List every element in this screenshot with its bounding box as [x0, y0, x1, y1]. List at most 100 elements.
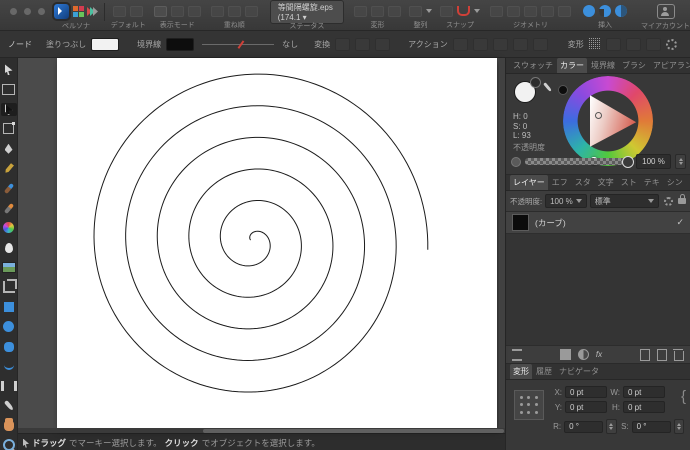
delete-layer-icon[interactable]	[672, 348, 684, 361]
boolean-combine-icon[interactable]	[558, 5, 571, 17]
tab-color[interactable]: カラー	[557, 58, 587, 73]
align-icon[interactable]	[409, 5, 422, 17]
boolean-subtract-icon[interactable]	[507, 5, 520, 17]
shear-field[interactable]: 0 °	[631, 420, 671, 433]
tab-stroke[interactable]: 境界線	[588, 58, 618, 73]
pen-tool[interactable]	[1, 142, 17, 155]
insert-ontop-icon[interactable]	[615, 5, 627, 17]
anchor-point-selector[interactable]	[514, 390, 544, 420]
add-group-icon[interactable]	[656, 348, 667, 361]
pixel-view-icon[interactable]	[170, 5, 184, 17]
minimize-button[interactable]	[24, 7, 31, 15]
convert-sharp-icon[interactable]	[335, 37, 351, 51]
adjustment-layer-icon[interactable]	[577, 349, 589, 360]
vector-brush-tool[interactable]	[1, 201, 17, 214]
pencil-tool[interactable]	[1, 162, 17, 175]
fill-tool[interactable]	[1, 221, 17, 234]
corner-tool[interactable]	[1, 360, 17, 373]
tab-paragraph[interactable]: スト	[618, 175, 640, 190]
mask-layer-icon[interactable]	[559, 349, 571, 360]
tab-transform[interactable]: 変形	[510, 364, 532, 379]
revert-defaults-icon[interactable]	[130, 5, 144, 17]
stroke-width-slider[interactable]	[202, 39, 275, 49]
zoom-window-button[interactable]	[38, 7, 45, 15]
flip-vertical-icon[interactable]	[371, 5, 384, 17]
opacity-stepper[interactable]	[675, 154, 686, 169]
transform-scale-icon[interactable]	[605, 37, 621, 51]
text-tool[interactable]	[0, 380, 17, 393]
tab-swatches[interactable]: スウォッチ	[510, 58, 556, 73]
tab-effects[interactable]: エフ	[549, 175, 571, 190]
horizontal-scrollbar-thumb[interactable]	[203, 428, 504, 433]
h-field[interactable]: 0 pt	[623, 401, 665, 413]
view-tool[interactable]	[1, 417, 17, 432]
my-account-icon[interactable]	[656, 4, 675, 19]
w-field[interactable]: 0 pt	[623, 386, 665, 398]
action-smooth-curve-icon[interactable]	[472, 37, 488, 51]
stroke-swatch[interactable]	[166, 37, 195, 51]
color-eyedropper-icon[interactable]	[543, 82, 552, 92]
convert-smooth-icon[interactable]	[355, 37, 371, 51]
rotation-stepper[interactable]	[606, 419, 617, 434]
layer-visibility-check[interactable]: ✓	[676, 217, 684, 228]
aspect-link-brace[interactable]: {	[681, 388, 686, 405]
tab-navigator[interactable]: ナビゲータ	[556, 364, 602, 379]
fill-swatch[interactable]	[91, 37, 120, 51]
blend-options-gear-icon[interactable]	[664, 196, 673, 206]
document-title-dropdown[interactable]: 等間隔螺旋.eps (174.1 ▾	[269, 0, 344, 24]
horizontal-scrollbar[interactable]	[18, 428, 505, 434]
noise-toggle-icon[interactable]	[511, 156, 521, 167]
tab-character[interactable]: 文字	[595, 175, 617, 190]
scissors-options-icon[interactable]	[512, 348, 522, 361]
snap-options-icon[interactable]	[440, 5, 453, 17]
action-join-curves-icon[interactable]	[492, 37, 508, 51]
layer-thumbnail[interactable]	[512, 214, 529, 231]
opacity-slider[interactable]	[525, 156, 634, 168]
add-layer-icon[interactable]	[639, 348, 650, 361]
transform-shear-icon[interactable]	[645, 37, 661, 51]
export-persona-icon[interactable]	[87, 7, 98, 16]
layer-effects-icon[interactable]: fx	[596, 350, 602, 359]
place-image-tool[interactable]	[1, 261, 17, 274]
insert-inside-icon[interactable]	[599, 5, 611, 17]
opacity-slider-handle[interactable]	[622, 156, 634, 168]
tab-brushes[interactable]: ブラシ	[619, 58, 649, 73]
boolean-intersect-icon[interactable]	[524, 5, 537, 17]
retina-view-icon[interactable]	[187, 5, 201, 17]
boolean-add-icon[interactable]	[490, 5, 503, 17]
insert-behind-icon[interactable]	[583, 5, 595, 17]
viewport[interactable]	[18, 58, 505, 429]
close-button[interactable]	[10, 7, 17, 15]
node-tool[interactable]	[0, 102, 17, 116]
hsl-color-wheel[interactable]	[563, 76, 653, 166]
layers-empty-area[interactable]	[506, 234, 690, 345]
zoom-tool[interactable]	[1, 439, 17, 450]
point-transform-tool[interactable]	[1, 122, 17, 135]
snapping-magnet-icon[interactable]	[457, 6, 470, 16]
rounded-rectangle-tool[interactable]	[1, 340, 17, 353]
convert-smart-icon[interactable]	[375, 37, 391, 51]
tab-appearance[interactable]: アピアランス	[650, 58, 690, 73]
action-reverse-curve-icon[interactable]	[532, 37, 548, 51]
transparency-tool[interactable]	[1, 241, 17, 254]
action-close-curve-icon[interactable]	[452, 37, 468, 51]
shear-stepper[interactable]	[673, 419, 684, 434]
brush-tool[interactable]	[1, 182, 17, 195]
align-caret-icon[interactable]	[426, 9, 432, 13]
rotate-icon[interactable]	[388, 5, 401, 17]
settings-gear-icon[interactable]	[665, 38, 677, 50]
vertical-scrollbar[interactable]	[499, 58, 505, 429]
artboard-tool[interactable]	[1, 83, 17, 96]
designer-persona-icon[interactable]	[52, 2, 71, 21]
tab-styles[interactable]: スタ	[572, 175, 594, 190]
move-to-front-icon[interactable]	[210, 5, 224, 17]
ellipse-tool[interactable]	[1, 320, 17, 333]
layers-opacity-dropdown[interactable]: 100 %	[545, 194, 587, 208]
stroke-color-well[interactable]	[530, 77, 541, 88]
document-page[interactable]	[57, 58, 497, 429]
transform-rotate-icon[interactable]	[625, 37, 641, 51]
rotation-field[interactable]: 0 °	[564, 420, 604, 433]
tab-history[interactable]: 履歴	[533, 364, 555, 379]
move-forward-icon[interactable]	[227, 5, 241, 17]
x-field[interactable]: 0 pt	[565, 386, 607, 398]
